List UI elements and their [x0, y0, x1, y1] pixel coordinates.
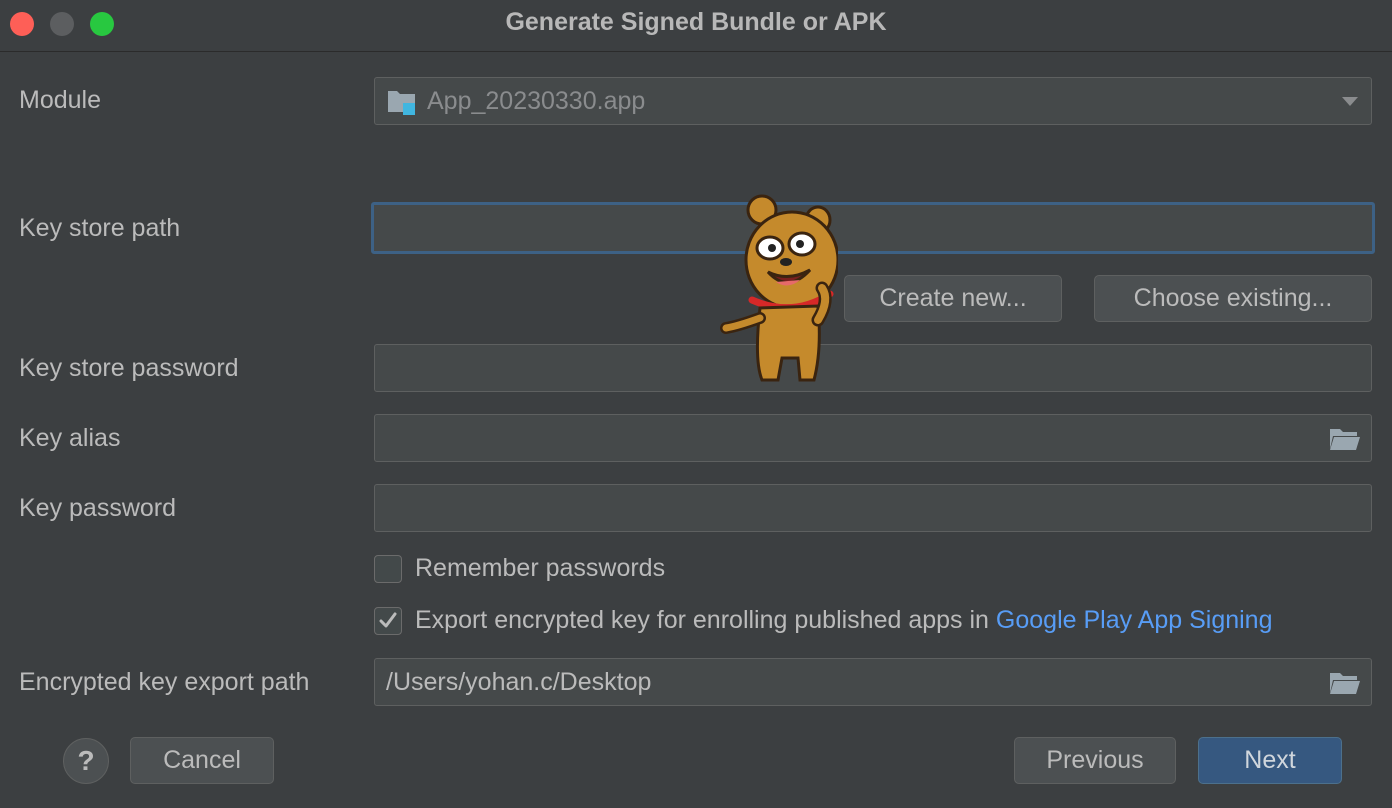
module-folder-icon [388, 91, 415, 115]
module-select[interactable]: App_20230330.app [374, 77, 1372, 125]
chevron-down-icon [1342, 97, 1358, 106]
folder-open-icon[interactable] [1329, 671, 1361, 695]
next-button[interactable]: Next [1198, 737, 1342, 784]
choose-existing-button[interactable]: Choose existing... [1094, 275, 1372, 322]
google-play-app-signing-link[interactable]: Google Play App Signing [996, 606, 1273, 634]
key-alias-label: Key alias [19, 424, 121, 452]
key-password-label: Key password [19, 494, 177, 522]
title-bar: Generate Signed Bundle or APK [0, 0, 1392, 52]
export-path-label: Encrypted key export path [19, 668, 310, 696]
export-path-value: /Users/yohan.c/Desktop [386, 668, 652, 696]
module-label: Module [19, 86, 101, 114]
key-store-password-label: Key store password [19, 354, 239, 382]
export-key-label: Export encrypted key for enrolling publi… [415, 606, 1273, 634]
key-alias-input[interactable] [374, 414, 1372, 462]
folder-open-icon[interactable] [1329, 427, 1361, 451]
key-store-password-input[interactable] [374, 344, 1372, 392]
checkmark-icon [379, 612, 397, 628]
key-password-input[interactable] [374, 484, 1372, 532]
export-path-input[interactable]: /Users/yohan.c/Desktop [374, 658, 1372, 706]
cancel-button[interactable]: Cancel [130, 737, 274, 784]
previous-button[interactable]: Previous [1014, 737, 1176, 784]
create-new-button[interactable]: Create new... [844, 275, 1062, 322]
window-title: Generate Signed Bundle or APK [505, 8, 887, 36]
help-button[interactable]: ? [63, 738, 109, 784]
module-value: App_20230330.app [427, 87, 646, 115]
remember-passwords-checkbox[interactable] [374, 555, 402, 583]
key-store-path-input[interactable] [371, 202, 1375, 254]
dog-sticker-icon [720, 194, 838, 382]
remember-passwords-label: Remember passwords [415, 554, 666, 582]
key-store-path-label: Key store path [19, 214, 181, 242]
export-key-checkbox[interactable] [374, 607, 402, 635]
